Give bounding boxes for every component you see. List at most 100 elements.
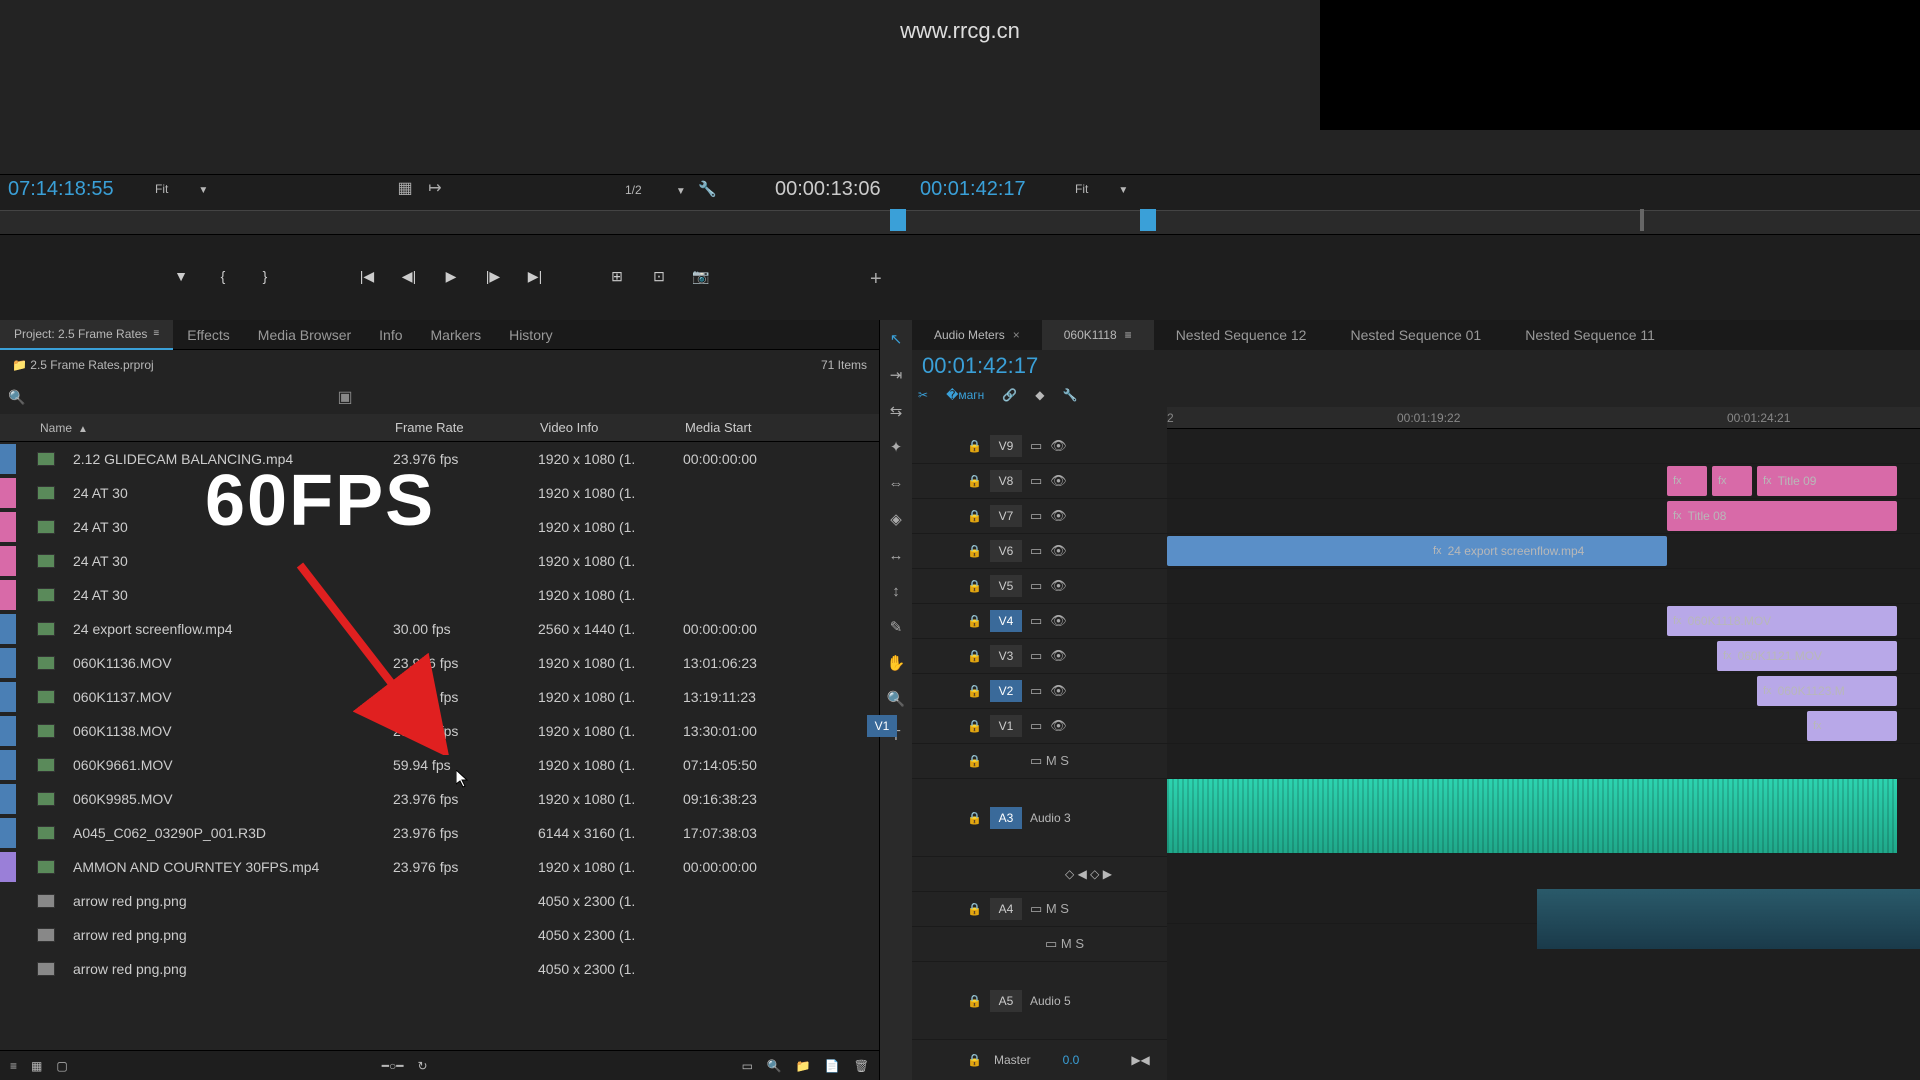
track-keyframe[interactable]: ◇ ◀ ◇ ▶	[912, 857, 1167, 892]
file-row[interactable]: 060K9985.MOV 23.976 fps 1920 x 1080 (1. …	[0, 782, 879, 816]
toggle-output-icon[interactable]: ▭	[1030, 473, 1042, 489]
nest-icon[interactable]: ✂	[918, 388, 928, 402]
audio-clip-a3[interactable]	[1167, 779, 1897, 853]
tab-nested-11[interactable]: Nested Sequence 11	[1503, 320, 1677, 350]
label-chip[interactable]	[0, 512, 16, 542]
tab-info[interactable]: Info	[365, 320, 416, 350]
toggle-output-icon[interactable]: ▭	[1030, 648, 1042, 664]
lock-icon[interactable]: 🔒	[967, 614, 982, 628]
playhead-program-in[interactable]	[1140, 209, 1156, 231]
bracket-in-icon[interactable]: {	[212, 265, 234, 287]
track-content[interactable]: fx fx fxTitle 09 fxTitle 08 fx24 export …	[1167, 429, 1920, 1080]
eye-icon[interactable]: 👁	[1050, 473, 1067, 489]
snap-icon[interactable]: �магн	[946, 388, 984, 402]
toggle-output-icon[interactable]: ▭	[1030, 718, 1042, 734]
label-chip[interactable]	[0, 852, 16, 882]
clip-title09[interactable]: fxTitle 09	[1757, 466, 1897, 496]
playhead-program-out[interactable]	[1640, 209, 1644, 231]
output-icon[interactable]: ▶◀	[1131, 1053, 1149, 1067]
lock-icon[interactable]: 🔒	[967, 649, 982, 663]
clip-title[interactable]: fx	[1667, 466, 1707, 496]
track-v2[interactable]: 🔒V2▭👁	[912, 674, 1167, 709]
master-track[interactable]: 🔒Master0.0▶◀	[912, 1040, 1167, 1080]
clip-1123[interactable]: fx060K1123.M	[1757, 676, 1897, 706]
go-out-icon[interactable]: ▶|	[524, 265, 546, 287]
file-row[interactable]: arrow red png.png 4050 x 2300 (1.	[0, 952, 879, 986]
lock-icon[interactable]: 🔒	[967, 544, 982, 558]
file-row[interactable]: 24 export screenflow.mp4 30.00 fps 2560 …	[0, 612, 879, 646]
toggle-output-icon[interactable]: ▭	[1030, 543, 1042, 559]
step-back-icon[interactable]: ◀|	[398, 265, 420, 287]
lock-icon[interactable]: 🔒	[967, 994, 982, 1008]
label-chip[interactable]	[0, 478, 16, 508]
bracket-out-icon[interactable]: }	[254, 265, 276, 287]
resolution-dropdown[interactable]: 1/2 ▼ 🔧	[625, 180, 717, 198]
track-v4[interactable]: 🔒V4▭👁	[912, 604, 1167, 639]
overwrite-icon[interactable]: ⊡	[648, 265, 670, 287]
program-fit-dropdown[interactable]: Fit▼	[1075, 180, 1128, 197]
track-v3[interactable]: 🔒V3▭👁	[912, 639, 1167, 674]
trash-icon[interactable]: 🗑	[854, 1059, 869, 1073]
track-a-ms2[interactable]: ▭ M S	[912, 927, 1167, 962]
new-bin-icon[interactable]: 📁	[796, 1059, 811, 1073]
lock-icon[interactable]: 🔒	[967, 684, 982, 698]
label-chip[interactable]	[0, 750, 16, 780]
clip-title[interactable]: fx	[1712, 466, 1752, 496]
auto-match-icon[interactable]: ▭	[742, 1059, 753, 1073]
mute-icon[interactable]: ▭ M S	[1030, 901, 1069, 917]
lock-icon[interactable]: 🔒	[967, 719, 982, 733]
export-frame-icon[interactable]: 📷	[690, 265, 712, 287]
label-chip[interactable]	[0, 920, 16, 950]
eye-icon[interactable]: 👁	[1050, 718, 1067, 734]
tab-nested-01[interactable]: Nested Sequence 01	[1328, 320, 1503, 350]
track-v9[interactable]: 🔒V9▭👁	[912, 429, 1167, 464]
label-chip[interactable]	[0, 648, 16, 678]
add-button-icon[interactable]: +	[870, 268, 882, 291]
timeline-timecode[interactable]: 00:01:42:17	[922, 353, 1038, 379]
playhead-source[interactable]	[890, 209, 906, 231]
bin-icon[interactable]: ▣	[337, 387, 352, 407]
col-video-info[interactable]: Video Info	[540, 420, 685, 435]
col-name[interactable]: Name▲	[40, 420, 395, 435]
file-row[interactable]: 060K1136.MOV 23.976 fps 1920 x 1080 (1. …	[0, 646, 879, 680]
tab-project[interactable]: Project: 2.5 Frame Rates≡	[0, 320, 173, 350]
lock-icon[interactable]: 🔒	[967, 754, 982, 768]
icon-view-icon[interactable]: ▦	[31, 1059, 42, 1073]
track-v6[interactable]: 🔒V6▭👁	[912, 534, 1167, 569]
file-row[interactable]: arrow red png.png 4050 x 2300 (1.	[0, 918, 879, 952]
search-icon[interactable]: 🔍	[8, 389, 25, 406]
eye-icon[interactable]: 👁	[1050, 543, 1067, 559]
zoom-tool-icon[interactable]: 🔍	[885, 688, 907, 710]
rate-stretch-icon[interactable]: ⇔	[885, 472, 907, 494]
link-icon[interactable]: 🔗	[1002, 388, 1017, 402]
lock-icon[interactable]: 🔒	[967, 1053, 982, 1067]
track-v5[interactable]: 🔒V5▭👁	[912, 569, 1167, 604]
label-chip[interactable]	[0, 682, 16, 712]
eye-icon[interactable]: 👁	[1050, 508, 1067, 524]
keyframe-nav-icon[interactable]: ◇ ◀ ◇ ▶	[1065, 867, 1112, 881]
file-row[interactable]: 24 AT 30 1920 x 1080 (1.	[0, 510, 879, 544]
lock-icon[interactable]: 🔒	[967, 811, 982, 825]
file-row[interactable]: arrow red png.png 4050 x 2300 (1.	[0, 884, 879, 918]
freeform-view-icon[interactable]: ▢	[56, 1059, 67, 1073]
file-row[interactable]: 2.12 GLIDECAM BALANCING.mp4 23.976 fps 1…	[0, 442, 879, 476]
eye-icon[interactable]: 👁	[1050, 648, 1067, 664]
monitor-ruler[interactable]	[0, 210, 1920, 235]
file-row[interactable]: 24 AT 30 1920 x 1080 (1.	[0, 544, 879, 578]
tab-nested-12[interactable]: Nested Sequence 12	[1154, 320, 1329, 350]
source-timecode[interactable]: 07:14:18:55	[8, 178, 114, 201]
selection-tool-icon[interactable]: ↖	[885, 328, 907, 350]
razor-tool-icon[interactable]: ◈	[885, 508, 907, 530]
file-row[interactable]: 24 AT 30 1920 x 1080 (1.	[0, 578, 879, 612]
eye-icon[interactable]: 👁	[1050, 683, 1067, 699]
sort-icon[interactable]: ↻	[417, 1059, 427, 1073]
zoom-slider-icon[interactable]: ━○━	[382, 1059, 404, 1073]
file-row[interactable]: A045_C062_03290P_001.R3D 23.976 fps 6144…	[0, 816, 879, 850]
close-icon[interactable]: ×	[1013, 328, 1020, 342]
pen-tool-icon[interactable]: ✎	[885, 616, 907, 638]
track-a3[interactable]: 🔒A3Audio 3	[912, 779, 1167, 857]
source-fit-dropdown[interactable]: Fit▼	[155, 180, 208, 197]
clip-1121[interactable]: fx060K1121.MOV	[1717, 641, 1897, 671]
col-media-start[interactable]: Media Start	[685, 420, 830, 435]
settings-icon[interactable]: 🔧	[1062, 388, 1077, 402]
